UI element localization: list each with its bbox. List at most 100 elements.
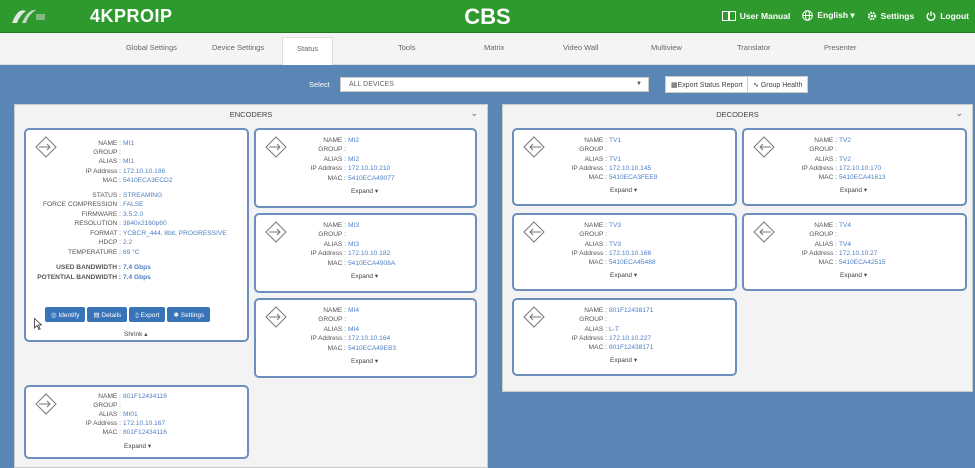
expand-toggle[interactable]: Expand ▾ [610, 271, 637, 279]
expand-toggle[interactable]: Expand ▾ [351, 272, 378, 280]
name-label: NAME : [584, 137, 607, 144]
settings-action-label: Settings [180, 312, 205, 319]
decoder-alias-value: TV4 [839, 241, 852, 248]
decoder-card: NAME : TV2 GROUP : ALIAS : TV2 IP Addres… [742, 128, 967, 206]
tab-global-settings[interactable]: Global Settings [126, 43, 177, 52]
encoder-mac-value: 5410ECA49EB3 [348, 345, 397, 352]
alias-label: ALIAS : [323, 241, 346, 248]
encoder-mac-value: 5410ECA49077 [348, 175, 395, 182]
force-compression-value: FALSE [123, 201, 144, 208]
hdcp-label: HDCP : [98, 239, 121, 246]
encoder-device-icon [35, 136, 57, 158]
encoder-name-value: MI1 [123, 140, 134, 147]
tab-video-wall[interactable]: Video Wall [563, 43, 598, 52]
encoder-mac-value: 801F12434116 [123, 429, 167, 436]
expand-toggle[interactable]: Expand ▾ [351, 187, 378, 195]
force-compression-label: FORCE COMPRESSION : [42, 201, 121, 208]
tab-device-settings[interactable]: Device Settings [212, 43, 264, 52]
used-bandwidth-value: 7.4 Gbps [123, 264, 151, 271]
group-label: GROUP : [809, 146, 837, 153]
decoder-ip-value: 172.10.10.170 [839, 165, 882, 172]
encoder-name-value: MI4 [348, 307, 359, 314]
expand-toggle[interactable]: Expand ▾ [840, 271, 867, 279]
expand-toggle[interactable]: Expand ▾ [124, 442, 151, 450]
decoder-name-value: TV1 [609, 137, 622, 144]
ip-label: IP Address : [310, 165, 346, 172]
product-name: 4KPROIP [90, 6, 173, 26]
mac-label: MAC : [818, 259, 837, 266]
temperature-value: 69 °C [123, 249, 140, 256]
decoder-card: NAME : 801F12438171 GROUP : ALIAS : L-T … [512, 298, 737, 376]
details-label: Details [101, 312, 122, 319]
top-bar: 4KPROIP CBS User Manual English ▾ Settin… [0, 0, 975, 33]
ip-label: IP Address : [310, 335, 346, 342]
expand-toggle[interactable]: Expand ▾ [351, 357, 378, 365]
language-menu[interactable]: English ▾ [802, 10, 855, 21]
mouse-cursor-icon [34, 318, 42, 330]
encoder-ip-value: 172.10.10.182 [348, 250, 391, 257]
group-label: GROUP : [318, 316, 346, 323]
decoder-name-value: TV3 [609, 222, 622, 229]
group-label: GROUP : [93, 402, 121, 409]
decoder-mac-value: 801F12438171 [609, 344, 654, 351]
decoders-header[interactable]: DECODERS ⌄ [503, 105, 972, 123]
encoder-alias-value: MI3 [348, 241, 359, 248]
decoder-name-value: TV4 [839, 222, 852, 229]
shrink-toggle[interactable]: Shrink ▴ [124, 330, 148, 338]
export-status-report-button[interactable]: ▦Export Status Report [665, 76, 749, 93]
tab-presenter[interactable]: Presenter [824, 43, 857, 52]
encoder-alias-value: MI01 [123, 411, 138, 418]
decoder-device-icon [753, 221, 775, 243]
decoder-alias-value: L-T [609, 326, 619, 333]
tab-tools[interactable]: Tools [398, 43, 416, 52]
alias-label: ALIAS : [323, 326, 346, 333]
group-label: GROUP : [318, 146, 346, 153]
format-label: FORMAT : [90, 230, 121, 237]
export-status-report-label: Export Status Report [677, 82, 743, 89]
top-nav: User Manual English ▾ Settings Logout [721, 10, 969, 21]
mac-label: MAC : [102, 177, 121, 184]
export-button[interactable]: ▯ Export [129, 307, 166, 322]
tab-translator[interactable]: Translator [737, 43, 770, 52]
group-label: GROUP : [318, 231, 346, 238]
potential-bandwidth-value: 7.4 Gbps [123, 274, 151, 281]
details-button[interactable]: ▤ Details [87, 307, 128, 322]
encoders-header[interactable]: ENCODERS ⌄ [15, 105, 487, 123]
expand-toggle[interactable]: Expand ▾ [610, 356, 637, 364]
logout-link[interactable]: Logout [926, 11, 969, 21]
name-label: NAME : [584, 307, 607, 314]
name-label: NAME : [814, 137, 837, 144]
identify-button[interactable]: ◎ Identify [45, 307, 86, 322]
decoder-mac-value: 5410ECA42515 [839, 259, 886, 266]
ip-label: IP Address : [801, 250, 837, 257]
decoder-card: NAME : TV1 GROUP : ALIAS : TV1 IP Addres… [512, 128, 737, 206]
settings-link[interactable]: Settings [867, 11, 914, 21]
decoders-title: DECODERS [716, 110, 759, 119]
user-manual-link[interactable]: User Manual [721, 10, 790, 21]
tab-status[interactable]: Status [282, 37, 334, 65]
group-health-button[interactable]: ∿ Group Health [747, 76, 809, 93]
chevron-down-icon[interactable]: ⌄ [470, 108, 478, 119]
settings-button[interactable]: ✱ Settings [167, 307, 211, 322]
chevron-down-icon[interactable]: ⌄ [955, 108, 963, 119]
mac-label: MAC : [327, 345, 346, 352]
expand-toggle[interactable]: Expand ▾ [840, 186, 867, 194]
decoder-device-icon [523, 221, 545, 243]
ip-label: IP Address : [85, 420, 121, 427]
used-bandwidth-label: USED BANDWIDTH : [56, 264, 121, 271]
book-icon [721, 10, 736, 21]
group-label: GROUP : [579, 231, 607, 238]
firmware-value: 3.5.2.0 [123, 211, 144, 218]
device-select[interactable]: ALL DEVICES ▼ [340, 77, 649, 92]
tab-multiview[interactable]: Multiview [651, 43, 682, 52]
globe-icon [802, 10, 814, 21]
alias-label: ALIAS : [814, 241, 837, 248]
name-label: NAME : [323, 222, 346, 229]
encoder-ip-value: 172.10.10.164 [348, 335, 391, 342]
alias-label: ALIAS : [98, 411, 121, 418]
name-label: NAME : [323, 137, 346, 144]
name-label: NAME : [814, 222, 837, 229]
decoder-device-icon [753, 136, 775, 158]
expand-toggle[interactable]: Expand ▾ [610, 186, 637, 194]
tab-matrix[interactable]: Matrix [484, 43, 504, 52]
